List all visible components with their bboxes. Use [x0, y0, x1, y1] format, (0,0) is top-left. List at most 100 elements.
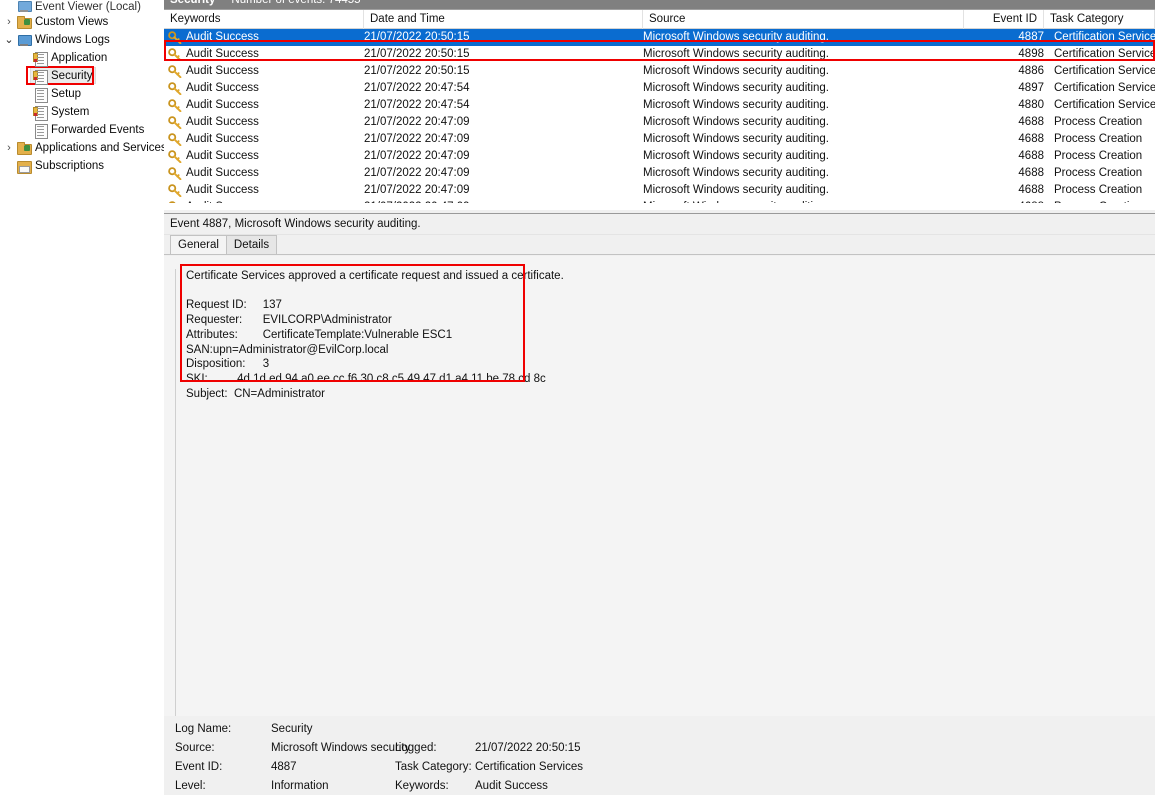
tab-details[interactable]: Details: [225, 235, 278, 254]
cell-datetime: 21/07/2022 20:47:09: [364, 184, 470, 196]
tree-item-setup[interactable]: Setup: [0, 85, 164, 103]
tree-item-label: Custom Views: [35, 16, 109, 28]
cell-source: Microsoft Windows security auditing.: [643, 82, 829, 94]
tree-item-system[interactable]: System: [0, 103, 164, 121]
info-value: Information: [271, 780, 329, 792]
log-banner-count: Number of events: 74455: [231, 0, 361, 6]
tree-item-windows-logs[interactable]: ⌄ Windows Logs: [0, 31, 164, 49]
plain-log-icon: [32, 87, 48, 103]
log-icon: [32, 51, 48, 67]
info-label: Event ID:: [175, 761, 223, 773]
cell-task-category: Process Creation: [1054, 184, 1143, 196]
cell-keywords: Audit Success: [186, 82, 259, 94]
cell-keywords: Audit Success: [186, 150, 259, 162]
cell-source: Microsoft Windows security auditing.: [643, 31, 829, 43]
list-bottom-clip: [164, 203, 1155, 210]
column-header-eventid[interactable]: Event ID: [964, 10, 1044, 29]
info-label-right: Keywords:: [395, 780, 449, 792]
cell-task-category: Process Creation: [1054, 167, 1143, 179]
audit-success-key-icon: [168, 167, 182, 180]
info-label: Level:: [175, 780, 206, 792]
cell-source: Microsoft Windows security auditing.: [643, 184, 829, 196]
tab-general[interactable]: General: [170, 235, 227, 254]
tree-item-security[interactable]: Security: [0, 66, 164, 85]
tree-item-label: Event Viewer (Local): [35, 1, 141, 13]
tree-item-subscriptions[interactable]: Subscriptions: [0, 157, 164, 175]
tree-item-event-viewer-local[interactable]: Event Viewer (Local): [0, 0, 164, 13]
cell-event-id: 4688: [1018, 167, 1044, 179]
column-header-datetime[interactable]: Date and Time: [364, 10, 643, 29]
event-row[interactable]: Audit Success 21/07/2022 20:47:09 Microsof…: [164, 148, 1155, 165]
column-header-source[interactable]: Source: [643, 10, 964, 29]
event-description-text: Certificate Services approved a certific…: [186, 270, 564, 400]
cell-keywords: Audit Success: [186, 65, 259, 77]
event-list-pane[interactable]: Keywords Date and Time Source Event ID Task …: [164, 9, 1155, 210]
event-viewer-icon: [16, 0, 32, 13]
audit-success-key-icon: [168, 31, 182, 44]
tree-item-applications-and-services-lo[interactable]: › Applications and Services Lo: [0, 139, 164, 157]
cell-source: Microsoft Windows security auditing.: [643, 65, 829, 77]
event-detail-title: Event 4887, Microsoft Windows security a…: [164, 214, 1155, 235]
info-row: Event ID: 4887 Task Category: Certification…: [175, 758, 1155, 777]
info-value: 4887: [271, 761, 297, 773]
event-row[interactable]: Audit Success 21/07/2022 20:47:54 Microsof…: [164, 80, 1155, 97]
log-icon: [32, 69, 48, 85]
event-row[interactable]: Audit Success 21/07/2022 20:50:15 Microsof…: [164, 46, 1155, 63]
cell-datetime: 21/07/2022 20:47:09: [364, 116, 470, 128]
info-value-right: Certification Services: [475, 761, 584, 773]
audit-success-key-icon: [168, 133, 182, 146]
info-value-right: 21/07/2022 20:50:15: [475, 742, 581, 754]
tree-item-label: Forwarded Events: [51, 124, 145, 136]
cell-keywords: Audit Success: [186, 184, 259, 196]
event-list-header[interactable]: Keywords Date and Time Source Event ID Task …: [164, 10, 1155, 29]
cell-source: Microsoft Windows security auditing.: [643, 167, 829, 179]
cell-source: Microsoft Windows security auditing.: [643, 48, 829, 60]
cell-datetime: 21/07/2022 20:47:09: [364, 133, 470, 145]
tree-item-application[interactable]: Application: [0, 49, 164, 67]
log-banner: Security Number of events: 74455: [164, 0, 1155, 9]
cell-task-category: Certification Services: [1054, 65, 1155, 77]
event-row[interactable]: Audit Success 21/07/2022 20:50:15 Microsof…: [164, 63, 1155, 80]
event-row[interactable]: Audit Success 21/07/2022 20:50:15 Microsof…: [164, 29, 1155, 46]
cell-source: Microsoft Windows security auditing.: [643, 150, 829, 162]
cell-keywords: Audit Success: [186, 31, 259, 43]
audit-success-key-icon: [168, 99, 182, 112]
console-tree-pane[interactable]: Event Viewer (Local) › Custom Views ⌄ Window…: [0, 0, 164, 795]
column-header-keywords[interactable]: Keywords: [164, 10, 364, 29]
audit-success-key-icon: [168, 82, 182, 95]
cell-event-id: 4887: [1018, 31, 1044, 43]
event-list-rows[interactable]: Audit Success 21/07/2022 20:50:15 Microsof…: [164, 29, 1155, 210]
cell-event-id: 4688: [1018, 116, 1044, 128]
cell-keywords: Audit Success: [186, 48, 259, 60]
cell-datetime: 21/07/2022 20:47:54: [364, 82, 470, 94]
expand-chevron-icon[interactable]: ›: [2, 16, 16, 28]
event-row[interactable]: Audit Success 21/07/2022 20:47:09 Microsof…: [164, 114, 1155, 131]
audit-success-key-icon: [168, 150, 182, 163]
tree-item-forwarded-events[interactable]: Forwarded Events: [0, 121, 164, 139]
event-row[interactable]: Audit Success 21/07/2022 20:47:09 Microsof…: [164, 182, 1155, 199]
info-row: Level: Information Keywords: Audit Success: [175, 777, 1155, 795]
detail-body: Certificate Services approved a certific…: [164, 256, 1155, 795]
cell-source: Microsoft Windows security auditing.: [643, 99, 829, 111]
cell-task-category: Process Creation: [1054, 133, 1143, 145]
event-row[interactable]: Audit Success 21/07/2022 20:47:09 Microsof…: [164, 165, 1155, 182]
tree-item-label: Security: [51, 70, 93, 82]
cell-datetime: 21/07/2022 20:47:09: [364, 150, 470, 162]
audit-success-key-icon: [168, 65, 182, 78]
right-region: Security Number of events: 74455 Keywords…: [164, 0, 1155, 795]
cell-keywords: Audit Success: [186, 99, 259, 111]
cell-task-category: Certification Services: [1054, 48, 1155, 60]
cell-datetime: 21/07/2022 20:47:54: [364, 99, 470, 111]
collapse-chevron-icon[interactable]: ⌄: [2, 34, 16, 46]
expand-chevron-icon[interactable]: ›: [2, 142, 16, 154]
cell-event-id: 4688: [1018, 150, 1044, 162]
cell-event-id: 4886: [1018, 65, 1044, 77]
column-header-taskcategory[interactable]: Task Category: [1044, 10, 1155, 29]
tree-item-custom-views[interactable]: › Custom Views: [0, 13, 164, 31]
event-row[interactable]: Audit Success 21/07/2022 20:47:09 Microsof…: [164, 131, 1155, 148]
event-info-grid: Log Name: Security Source: Microsoft Window…: [164, 716, 1155, 795]
detail-tabstrip[interactable]: General Details: [164, 235, 1155, 255]
audit-success-key-icon: [168, 184, 182, 197]
cell-datetime: 21/07/2022 20:50:15: [364, 31, 470, 43]
event-row[interactable]: Audit Success 21/07/2022 20:47:54 Microsof…: [164, 97, 1155, 114]
